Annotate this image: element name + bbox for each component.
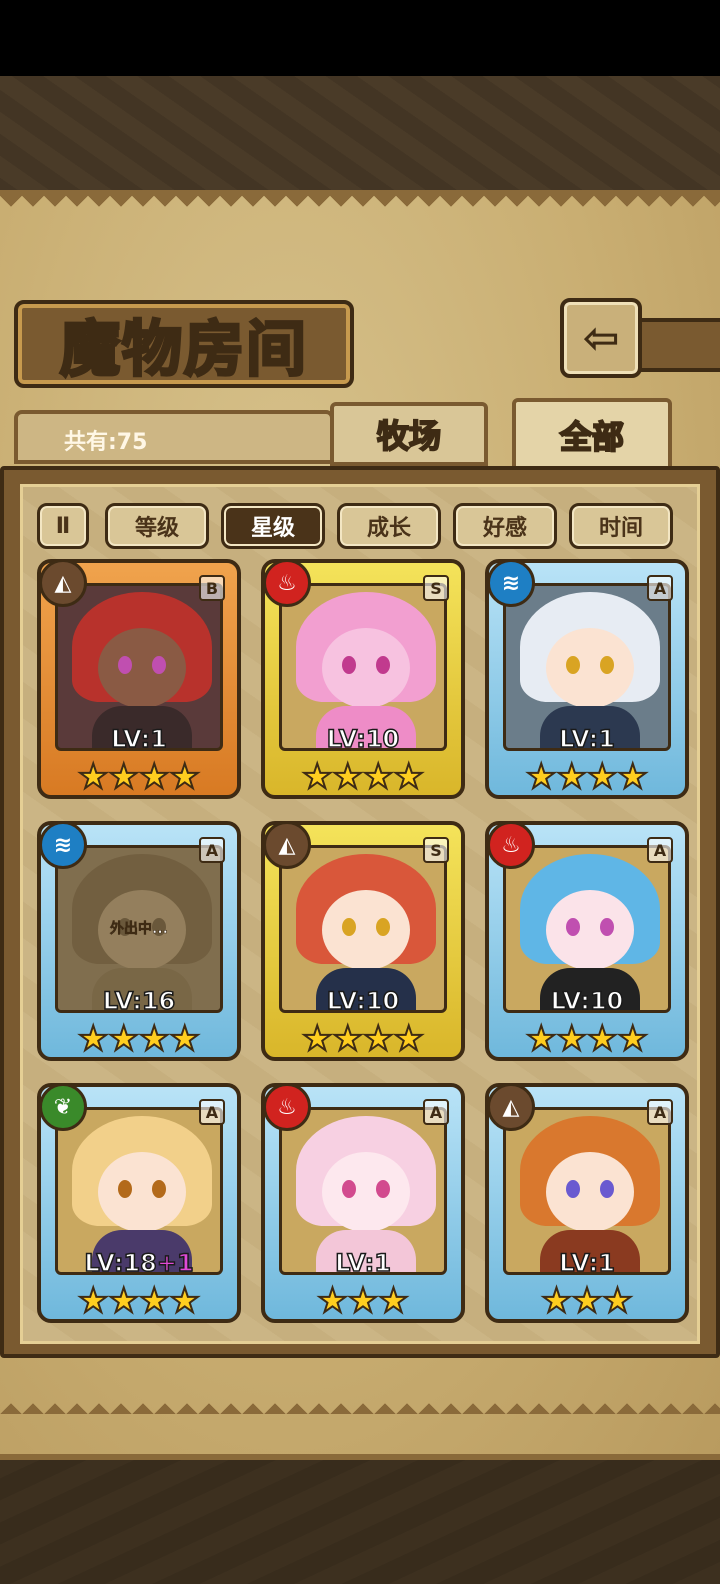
star-icons: ★★★ xyxy=(316,1280,409,1322)
star-rating: ★★★★ xyxy=(265,756,461,798)
star-rating: ★★★★ xyxy=(41,756,237,798)
monster-card[interactable]: ◭ S LV:10 ★★★★ xyxy=(261,821,465,1061)
monster-card[interactable]: ❦ A LV:18+1 ★★★★ xyxy=(37,1083,241,1323)
sort-star-button[interactable]: 星级 xyxy=(221,503,325,549)
monster-card[interactable]: ♨ A LV:1 ★★★ xyxy=(261,1083,465,1323)
fire-element-icon: ♨ xyxy=(263,1083,311,1131)
water-element-icon: ≋ xyxy=(487,559,535,607)
fire-element-icon: ♨ xyxy=(487,821,535,869)
star-icons: ★★★★ xyxy=(77,1018,201,1060)
back-button[interactable]: ⇦ xyxy=(560,298,642,378)
zigzag-border-top xyxy=(0,196,720,218)
rank-badge: A xyxy=(199,837,225,863)
fire-element-icon: ♨ xyxy=(263,559,311,607)
monster-card[interactable]: 外出中... ≋ A LV:16 ★★★★ xyxy=(37,821,241,1061)
star-rating: ★★★ xyxy=(489,1280,685,1322)
rank-badge: S xyxy=(423,575,449,601)
rank-badge: A xyxy=(647,837,673,863)
monster-card[interactable]: ◭ A LV:1 ★★★ xyxy=(485,1083,689,1323)
star-rating: ★★★★ xyxy=(489,756,685,798)
monster-card[interactable]: ♨ A LV:10 ★★★★ xyxy=(485,821,689,1061)
star-icons: ★★★ xyxy=(540,1280,633,1322)
star-rating: ★★★ xyxy=(265,1280,461,1322)
monster-panel-inner: Ⅱ 等级 星级 成长 好感 时间 ◭ B LV:1 ★★★★ ♨ S LV:10… xyxy=(20,484,700,1344)
back-arrow-icon: ⇦ xyxy=(582,312,620,364)
rank-badge: S xyxy=(423,837,449,863)
background-bottom xyxy=(0,1450,720,1584)
back-button-rail xyxy=(636,318,720,372)
tab-ranch[interactable]: 牧场 xyxy=(330,402,488,466)
title-plate: 魔物房间 xyxy=(14,300,354,388)
star-icons: ★★★★ xyxy=(77,756,201,798)
monster-card[interactable]: ♨ S LV:10 ★★★★ xyxy=(261,559,465,799)
level-label: LV:1 xyxy=(558,1248,615,1278)
star-rating: ★★★★ xyxy=(489,1018,685,1060)
star-icons: ★★★★ xyxy=(77,1280,201,1322)
star-rating: ★★★★ xyxy=(265,1018,461,1060)
status-bar xyxy=(0,0,720,76)
rank-badge: A xyxy=(647,575,673,601)
rank-badge: A xyxy=(199,1099,225,1125)
earth-element-icon: ◭ xyxy=(263,821,311,869)
level-label: LV:16 xyxy=(102,986,176,1016)
star-icons: ★★★★ xyxy=(525,1018,649,1060)
rank-badge: A xyxy=(647,1099,673,1125)
water-element-icon: ≋ xyxy=(39,821,87,869)
away-status-label: 外出中... xyxy=(110,921,169,938)
monster-count-bar: 共有:75 xyxy=(14,410,334,464)
sort-affection-button[interactable]: 好感 xyxy=(453,503,557,549)
star-icons: ★★★★ xyxy=(301,756,425,798)
level-label: LV:10 xyxy=(326,986,400,1016)
tab-all[interactable]: 全部 xyxy=(512,398,672,472)
level-label: LV:10 xyxy=(550,986,624,1016)
rank-badge: A xyxy=(423,1099,449,1125)
zigzag-border-bottom xyxy=(0,1392,720,1414)
monster-card[interactable]: ◭ B LV:1 ★★★★ xyxy=(37,559,241,799)
star-icons: ★★★★ xyxy=(301,1018,425,1060)
level-label: LV:1 xyxy=(110,724,167,754)
level-label: LV:18+1 xyxy=(84,1248,195,1278)
star-icons: ★★★★ xyxy=(525,756,649,798)
level-label: LV:1 xyxy=(334,1248,391,1278)
monster-count-label: 共有:75 xyxy=(64,430,148,455)
rank-badge: B xyxy=(199,575,225,601)
monster-card[interactable]: ≋ A LV:1 ★★★★ xyxy=(485,559,689,799)
star-rating: ★★★★ xyxy=(41,1280,237,1322)
sort-toggle-button[interactable]: Ⅱ xyxy=(37,503,89,549)
earth-element-icon: ◭ xyxy=(39,559,87,607)
monster-panel: Ⅱ 等级 星级 成长 好感 时间 ◭ B LV:1 ★★★★ ♨ S LV:10… xyxy=(0,466,720,1358)
level-label: LV:1 xyxy=(558,724,615,754)
level-label: LV:10 xyxy=(326,724,400,754)
page-title: 魔物房间 xyxy=(59,313,308,386)
level-bonus: +1 xyxy=(156,1248,194,1278)
wood-element-icon: ❦ xyxy=(39,1083,87,1131)
sort-time-button[interactable]: 时间 xyxy=(569,503,673,549)
star-rating: ★★★★ xyxy=(41,1018,237,1060)
earth-element-icon: ◭ xyxy=(487,1083,535,1131)
sort-growth-button[interactable]: 成长 xyxy=(337,503,441,549)
sort-level-button[interactable]: 等级 xyxy=(105,503,209,549)
